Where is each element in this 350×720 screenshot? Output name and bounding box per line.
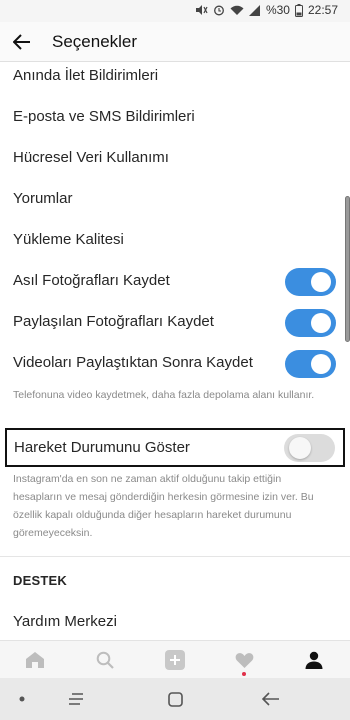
battery-icon [294,3,303,17]
mute-icon [195,4,208,16]
settings-item-help-center[interactable]: Yardım Merkezi [0,602,350,640]
settings-item-label: Yükleme Kalitesi [13,231,124,248]
battery-percent: %30 [265,3,290,17]
settings-item-label: Yorumlar [13,190,73,207]
settings-item-email-sms-notifications[interactable]: E-posta ve SMS Bildirimleri [0,97,350,137]
back-button[interactable] [8,28,36,56]
toggle-row-save-original-photos: Asıl Fotoğrafları Kaydet [0,261,350,301]
nav-dot-button[interactable] [12,689,32,709]
toggle-knob [311,354,331,374]
support-section-header: DESTEK [13,573,67,588]
home-icon [26,652,44,668]
activity-status-note: Instagram'da en son ne zaman aktif olduğ… [13,473,314,539]
settings-item-upload-quality[interactable]: Yükleme Kalitesi [0,220,350,260]
toggle-knob [311,313,331,333]
app-header: Seçenekler [0,22,350,62]
activity-status-row: Hareket Durumunu Göster [5,428,345,467]
activity-status-toggle[interactable] [284,434,335,462]
toggle-label: Videoları Paylaştıktan Sonra Kaydet [13,354,253,371]
toggle-knob [289,437,311,459]
settings-item-cellular-data[interactable]: Hücresel Veri Kullanımı [0,138,350,178]
page-title: Seçenekler [52,32,138,51]
recents-icon [69,693,83,705]
section-divider [0,556,350,557]
video-storage-note: Telefonuna video kaydetmek, daha fazla d… [13,389,315,401]
scrollbar[interactable] [345,196,350,342]
recents-button[interactable] [66,689,86,709]
notification-dot [242,672,246,676]
toggle-row-save-videos-after-posting: Videoları Paylaştıktan Sonra Kaydet [0,343,350,383]
settings-item-label: E-posta ve SMS Bildirimleri [13,108,195,125]
settings-item-push-notifications[interactable]: Anında İlet Bildirimleri [0,62,350,96]
add-icon [165,650,185,670]
home-button[interactable] [165,689,185,709]
wifi-icon [230,5,244,16]
home-square-icon [167,691,183,707]
bottom-tab-bar [0,640,350,678]
toggle-label: Paylaşılan Fotoğrafları Kaydet [13,313,214,330]
alarm-icon [213,4,225,16]
save-original-photos-toggle[interactable] [285,268,336,296]
back-arrow-icon [262,692,279,706]
status-bar: %30 22:57 [0,0,350,22]
toggle-label: Asıl Fotoğrafları Kaydet [13,272,170,289]
system-nav-bar [0,678,350,720]
heart-icon [235,652,253,668]
activity-tab[interactable] [233,649,255,671]
settings-item-label: Hücresel Veri Kullanımı [13,149,169,166]
settings-item-label: Yardım Merkezi [13,613,117,630]
signal-icon [248,4,261,16]
home-tab[interactable] [24,649,46,671]
status-icons: %30 22:57 [195,3,338,17]
status-time: 22:57 [307,3,338,17]
settings-list: Anında İlet Bildirimleri E-posta ve SMS … [0,62,350,640]
save-videos-toggle[interactable] [285,350,336,378]
profile-icon [305,651,323,669]
settings-item-comments[interactable]: Yorumlar [0,179,350,219]
toggle-row-save-posted-photos: Paylaşılan Fotoğrafları Kaydet [0,302,350,342]
save-posted-photos-toggle[interactable] [285,309,336,337]
search-icon [96,651,114,669]
activity-status-label: Hareket Durumunu Göster [14,439,190,456]
back-nav-button[interactable] [261,689,281,709]
profile-tab[interactable] [303,649,325,671]
add-post-tab[interactable] [164,649,186,671]
toggle-knob [311,272,331,292]
dot-icon [19,696,25,702]
settings-item-label: Anında İlet Bildirimleri [13,67,159,84]
back-arrow-icon [13,34,30,50]
search-tab[interactable] [94,649,116,671]
